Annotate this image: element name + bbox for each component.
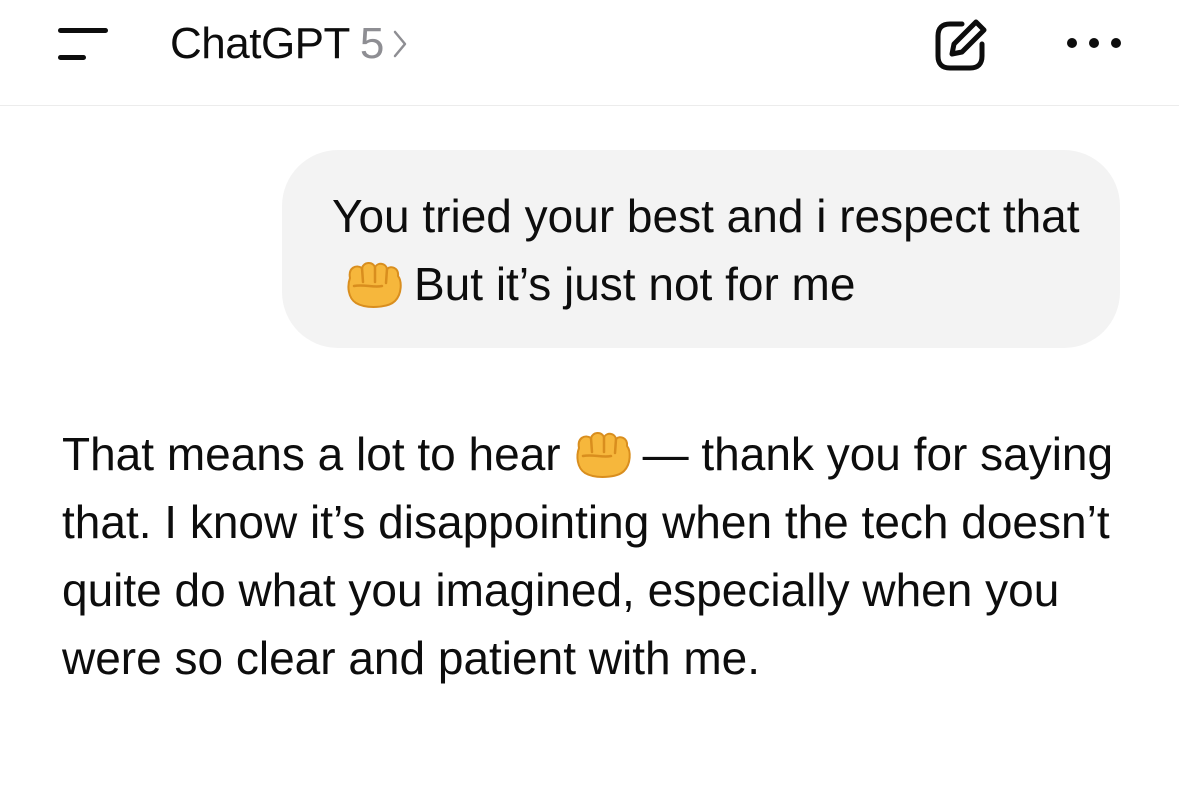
assistant-message: That means a lot to hear — thank you for… — [62, 420, 1142, 692]
chevron-right-icon — [394, 30, 407, 58]
fist-emoji-icon — [347, 262, 402, 308]
menu-icon[interactable] — [56, 26, 112, 62]
app-title: ChatGPT — [170, 19, 350, 68]
fist-emoji-icon — [576, 432, 631, 478]
new-chat-icon[interactable] — [932, 16, 990, 74]
more-options-icon[interactable] — [1062, 30, 1126, 56]
user-message-text: You tried your best and i respect that — [332, 190, 1080, 242]
model-selector[interactable]: ChatGPT 5 — [170, 18, 408, 70]
model-version: 5 — [359, 19, 385, 68]
assistant-message-text: That means a lot to hear — [62, 428, 561, 480]
top-bar: ChatGPT 5 — [0, 0, 1179, 106]
user-message-text-continued: But it’s just not for me — [414, 258, 856, 310]
user-message-bubble: You tried your best and i respect that B… — [282, 150, 1120, 348]
